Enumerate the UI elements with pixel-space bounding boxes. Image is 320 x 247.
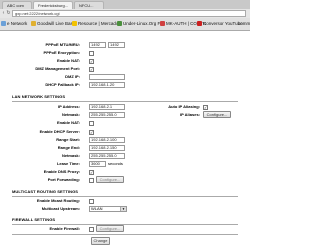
wan-nat-label: Enable NAT: bbox=[56, 58, 80, 63]
url-field[interactable]: gxp.net:2222/network.cgi bbox=[12, 10, 246, 17]
bookmark-1[interactable]: e Network bbox=[1, 20, 27, 27]
port-forwarding-configure-button[interactable]: Configure... bbox=[96, 176, 124, 183]
lan-netmask-input[interactable]: 255.255.255.0 bbox=[89, 112, 125, 118]
tab-3[interactable]: NFCU... bbox=[74, 1, 104, 9]
dmz-mgmt-label: DMZ Management Port: bbox=[35, 66, 80, 71]
mcast-upstream-value: WLAN bbox=[91, 206, 103, 211]
mcast-upstream-label: Multicast Upstream: bbox=[41, 206, 80, 211]
lease-time-label: Lease Time: bbox=[56, 161, 80, 166]
port-forwarding-label: Port Forwarding: bbox=[47, 177, 80, 182]
address-bar-row: ‹ ↻ gxp.net:2222/network.cgi bbox=[0, 9, 250, 18]
change-button[interactable]: Change bbox=[91, 237, 110, 245]
lan-ip-input[interactable]: 192.168.2.1 bbox=[89, 104, 125, 110]
port-forwarding-checkbox[interactable] bbox=[89, 178, 94, 183]
range-start-label: Range Start: bbox=[56, 137, 80, 142]
range-end-label: Range End: bbox=[57, 145, 80, 150]
tab-2-label: Fredericksburg... bbox=[38, 3, 69, 8]
dns-proxy-label: Enable DNS Proxy: bbox=[43, 169, 80, 174]
dns-proxy-checkbox[interactable]: ✓ bbox=[89, 170, 94, 175]
auto-ip-aliasing-checkbox[interactable]: ✓ bbox=[203, 105, 208, 110]
multicast-section-divider bbox=[12, 196, 238, 197]
bookmark-favicon bbox=[31, 21, 36, 27]
browser-chrome: ABC com Fredericksburg... NFCU... ‹ ↻ gx… bbox=[0, 0, 250, 31]
wan-nat-checkbox[interactable]: ✓ bbox=[89, 59, 94, 64]
tab-1[interactable]: ABC com bbox=[2, 1, 32, 9]
range-end-input[interactable]: 192.168.2.150 bbox=[89, 145, 125, 151]
lan-nat-checkbox[interactable] bbox=[89, 121, 94, 126]
dmz-mgmt-checkbox[interactable]: ✓ bbox=[89, 67, 94, 72]
bookmark-1-label: e Network bbox=[7, 21, 28, 26]
lease-time-input[interactable]: 3600 bbox=[89, 161, 106, 167]
dhcp-server-label: Enable DHCP Server: bbox=[39, 129, 80, 134]
bookmark-4-label: Under-Linux.Org Fo bbox=[123, 21, 163, 26]
firewall-section-divider bbox=[12, 224, 238, 225]
dmz-ip-input[interactable] bbox=[89, 74, 125, 80]
dhcp-netmask-label: Netmask: bbox=[61, 153, 80, 158]
lan-section-divider bbox=[12, 101, 238, 102]
pppoe-encryption-checkbox[interactable] bbox=[89, 51, 94, 56]
dhcp-fallback-label: DHCP Fallback IP: bbox=[45, 82, 80, 87]
auto-ip-aliasing-label: Auto IP Aliasing: bbox=[168, 104, 200, 109]
ip-aliases-label: IP Aliases: bbox=[179, 112, 200, 117]
pppoe-mtu-input[interactable]: 1492 bbox=[89, 42, 106, 48]
lan-nat-label: Enable NAT: bbox=[56, 120, 80, 125]
bookmark-favicon bbox=[117, 21, 122, 27]
bookmark-6-label: Conversor YouTube bbox=[203, 21, 243, 26]
multicast-section-title: MULTICAST ROUTING SETTINGS bbox=[12, 189, 79, 194]
dhcp-netmask-input[interactable]: 255.255.255.0 bbox=[89, 153, 125, 159]
chevron-down-icon: ▼ bbox=[120, 207, 126, 211]
lan-ip-label: IP Address: bbox=[57, 104, 80, 109]
pppoe-mtu-label: PPPoE MTU/MRU: bbox=[45, 42, 80, 47]
dhcp-fallback-input[interactable]: 192.168.1.20 bbox=[89, 82, 125, 88]
mcast-upstream-select[interactable]: WLAN ▼ bbox=[89, 206, 127, 212]
mcast-routing-label: Enable Mcast Routing: bbox=[36, 198, 80, 203]
lan-netmask-label: Netmask: bbox=[61, 112, 80, 117]
bookmark-3-label: Resource | Mercado bbox=[78, 21, 119, 26]
tab-1-label: ABC com bbox=[7, 3, 24, 8]
bookmark-favicon bbox=[72, 21, 77, 27]
bookmark-3[interactable]: Resource | Mercado bbox=[72, 20, 118, 27]
bookmark-favicon bbox=[160, 21, 165, 27]
bookmark-2[interactable]: Goodwill Live Bas bbox=[31, 20, 73, 27]
bookmark-favicon bbox=[197, 21, 202, 27]
tab-2[interactable]: Fredericksburg... bbox=[33, 1, 73, 9]
lease-time-unit: seconds bbox=[108, 161, 123, 166]
lan-section-title: LAN NETWORK SETTINGS bbox=[12, 94, 66, 99]
bookmark-7[interactable]: comm bbox=[238, 20, 250, 27]
bookmark-2-label: Goodwill Live Bas bbox=[37, 21, 73, 26]
firewall-enable-checkbox[interactable] bbox=[89, 227, 94, 232]
footer-divider bbox=[12, 234, 238, 235]
bookmarks-bar: e Network Goodwill Live Bas Resource | M… bbox=[0, 18, 250, 31]
ip-aliases-configure-button[interactable]: Configure... bbox=[203, 111, 231, 118]
pppoe-mru-input[interactable]: 1492 bbox=[108, 42, 125, 48]
range-start-input[interactable]: 192.168.2.100 bbox=[89, 137, 125, 143]
url-text: gxp.net:2222/network.cgi bbox=[15, 11, 60, 16]
firewall-enable-label: Enable Firewall: bbox=[49, 226, 80, 231]
firewall-section-title: FIREWALL SETTINGS bbox=[12, 217, 56, 222]
bookmark-4[interactable]: Under-Linux.Org Fo bbox=[117, 20, 163, 27]
pppoe-encryption-label: PPPoE Encryption: bbox=[43, 50, 80, 55]
tab-strip: ABC com Fredericksburg... NFCU... bbox=[0, 0, 250, 9]
bookmark-favicon bbox=[1, 21, 6, 27]
bookmark-6[interactable]: Conversor YouTube bbox=[197, 20, 243, 27]
reload-icon[interactable]: ↻ bbox=[6, 10, 11, 17]
bookmark-7-label: comm bbox=[238, 21, 250, 26]
firewall-configure-button[interactable]: Configure... bbox=[96, 225, 124, 232]
mcast-routing-checkbox[interactable] bbox=[89, 199, 94, 204]
tab-3-label: NFCU... bbox=[79, 3, 94, 8]
dmz-ip-label: DMZ IP: bbox=[65, 74, 80, 79]
dhcp-server-checkbox[interactable]: ✓ bbox=[89, 130, 94, 135]
